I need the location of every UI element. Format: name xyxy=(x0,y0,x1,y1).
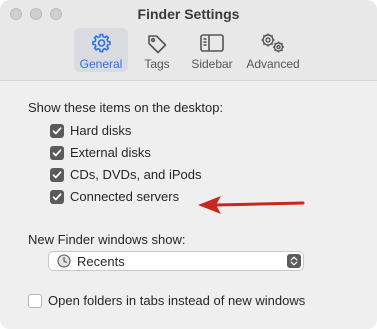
external-disks-option[interactable]: External disks xyxy=(50,145,151,160)
tab-general[interactable]: General xyxy=(74,28,128,72)
chevron-updown-icon xyxy=(287,254,301,268)
general-pane: Show these items on the desktop: Hard di… xyxy=(0,81,377,329)
tab-general-label: General xyxy=(79,57,123,71)
window-title: Finder Settings xyxy=(137,6,240,22)
checkbox-checked[interactable] xyxy=(50,145,64,160)
open-folders-in-tabs-label: Open folders in tabs instead of new wind… xyxy=(48,293,306,308)
new-finder-window-value: Recents xyxy=(77,253,125,269)
external-disks-label: External disks xyxy=(70,145,151,160)
checkbox-unchecked[interactable] xyxy=(28,293,42,308)
cds-dvds-ipods-label: CDs, DVDs, and iPods xyxy=(70,167,202,182)
sidebar-icon xyxy=(199,30,225,56)
hard-disks-label: Hard disks xyxy=(70,123,132,138)
new-finder-window-select[interactable]: Recents xyxy=(48,251,304,271)
gears-icon xyxy=(259,30,287,56)
checkbox-checked[interactable] xyxy=(50,123,64,138)
hard-disks-option[interactable]: Hard disks xyxy=(50,123,131,138)
red-arrow-annotation xyxy=(198,196,305,214)
open-folders-in-tabs-option[interactable]: Open folders in tabs instead of new wind… xyxy=(28,293,305,308)
clock-icon xyxy=(57,254,71,268)
new-finder-windows-label: New Finder windows show: xyxy=(28,232,186,247)
tab-tags[interactable]: Tags xyxy=(138,28,176,72)
connected-servers-label: Connected servers xyxy=(70,189,180,204)
tab-advanced-label: Advanced xyxy=(246,57,300,71)
tab-sidebar-label: Sidebar xyxy=(191,57,233,71)
gear-icon xyxy=(89,30,113,56)
tab-tags-label: Tags xyxy=(144,57,170,71)
tab-advanced[interactable]: Advanced xyxy=(244,28,302,72)
tab-sidebar[interactable]: Sidebar xyxy=(188,28,236,72)
checkbox-checked[interactable] xyxy=(50,189,64,204)
finder-settings-window: Finder Settings General Tags Sidebar Adv… xyxy=(0,0,377,329)
titlebar: Finder Settings General Tags Sidebar Adv… xyxy=(0,0,377,81)
checkbox-checked[interactable] xyxy=(50,167,64,182)
connected-servers-option[interactable]: Connected servers xyxy=(50,189,179,204)
tag-icon xyxy=(145,30,169,56)
cds-dvds-ipods-option[interactable]: CDs, DVDs, and iPods xyxy=(50,167,202,182)
desktop-items-heading: Show these items on the desktop: xyxy=(28,100,224,115)
